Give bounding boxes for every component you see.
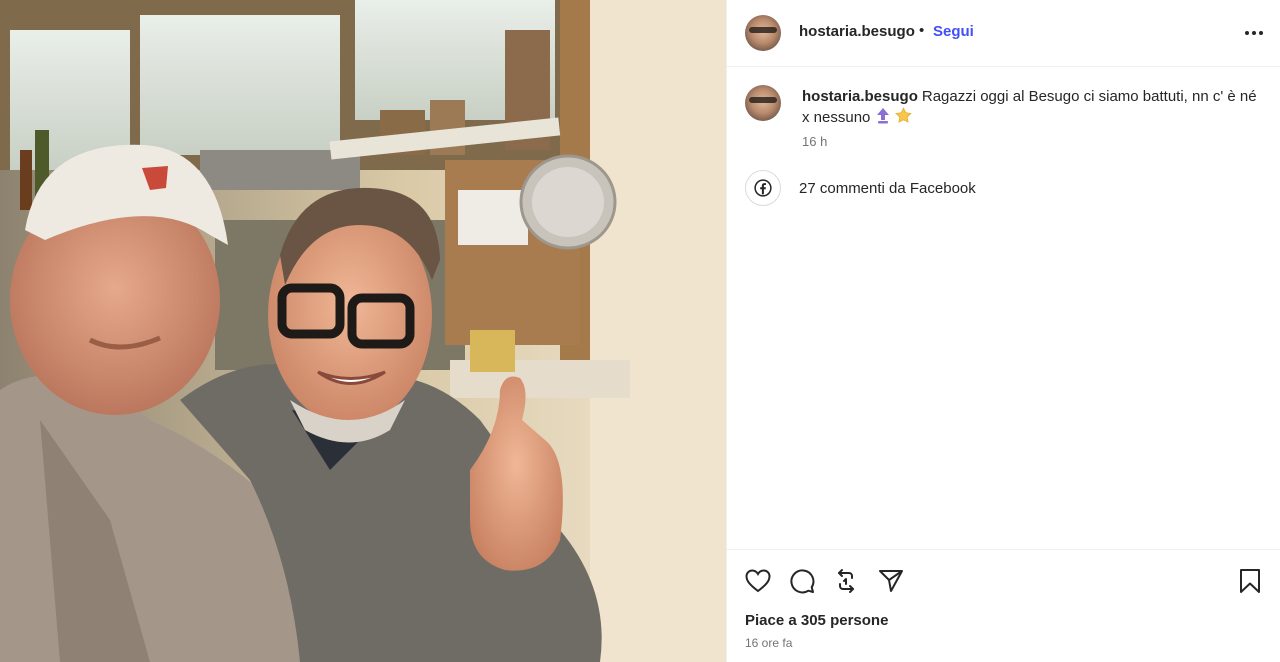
caption-time[interactable]: 16 h	[802, 134, 827, 149]
post-photo[interactable]	[0, 0, 726, 662]
separator-dot: •	[919, 22, 925, 39]
instagram-post: hostaria.besugo • Segui hostaria.besugo R…	[0, 0, 1280, 662]
action-bar	[727, 549, 1280, 609]
username-link[interactable]: hostaria.besugo	[799, 23, 915, 40]
caption-text-block: hostaria.besugo Ragazzi oggi al Besugo ci…	[802, 86, 1262, 128]
posted-time[interactable]: 16 ore fa	[745, 636, 792, 650]
facebook-comments-label[interactable]: 27 commenti da Facebook	[799, 180, 976, 197]
follow-button[interactable]: Segui	[933, 23, 974, 40]
facebook-icon	[745, 170, 781, 206]
caption-username[interactable]: hostaria.besugo	[802, 88, 918, 105]
star-emoji-icon	[895, 107, 913, 123]
avatar[interactable]	[745, 15, 781, 51]
comment-icon[interactable]	[788, 567, 816, 595]
post-side-panel: hostaria.besugo • Segui hostaria.besugo R…	[726, 0, 1280, 662]
more-horizontal-icon[interactable]	[1241, 20, 1267, 46]
selfie-photo-illustration	[0, 0, 726, 662]
likes-count[interactable]: Piace a 305 persone	[745, 612, 888, 629]
repost-icon[interactable]	[832, 567, 860, 595]
send-icon[interactable]	[877, 567, 905, 595]
up-arrow-emoji-icon	[877, 108, 890, 124]
bookmark-icon[interactable]	[1236, 567, 1264, 595]
heart-icon[interactable]	[744, 567, 772, 595]
post-header: hostaria.besugo • Segui	[727, 0, 1280, 67]
facebook-comments-row[interactable]: 27 commenti da Facebook	[745, 170, 976, 206]
caption-avatar[interactable]	[745, 85, 781, 121]
